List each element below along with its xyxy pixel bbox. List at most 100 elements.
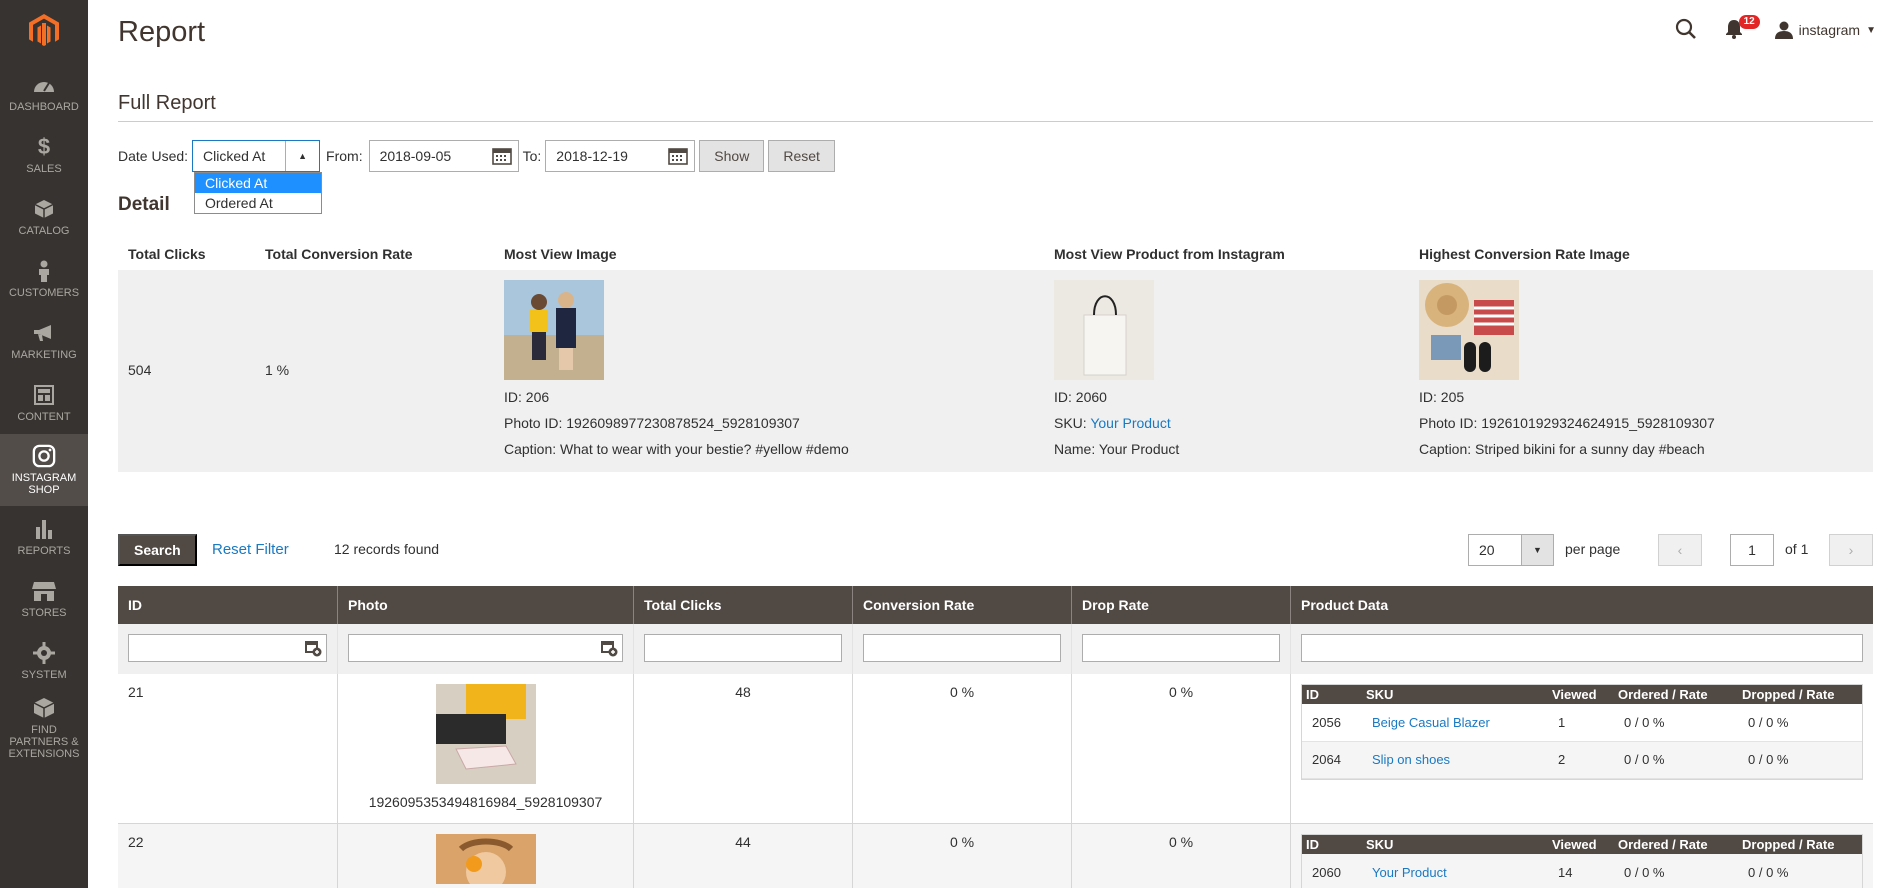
report-grid: ID Photo Total Clicks Conversion Rate Dr…	[118, 586, 1873, 888]
nav-label: REPORTS	[17, 545, 71, 557]
page-total: of 1	[1785, 541, 1809, 557]
nav-catalog[interactable]: CATALOG	[0, 186, 88, 248]
col-photo[interactable]: Photo	[338, 586, 634, 624]
grid-filters	[118, 624, 1873, 674]
table-row[interactable]: 22 44 0 % 0 % ID SKU Viewed Ordered / Ra…	[118, 824, 1873, 888]
row-clicks: 48	[634, 674, 853, 823]
col-total-clicks[interactable]: Total Clicks	[634, 586, 853, 624]
nav-label: INSTAGRAM SHOP	[11, 472, 77, 496]
magento-logo[interactable]	[0, 0, 88, 62]
calendar-icon[interactable]	[668, 147, 689, 168]
filter-photo-input[interactable]	[348, 634, 623, 662]
nav-customers[interactable]: CUSTOMERS	[0, 248, 88, 310]
nav-dashboard[interactable]: DASHBOARD	[0, 62, 88, 124]
product-sku-link[interactable]: Beige Casual Blazer	[1362, 704, 1548, 742]
nav-label: FIND PARTNERS & EXTENSIONS	[8, 724, 80, 760]
most-view-image-block: ID: 206 Photo ID: 1926098977230878524_59…	[504, 280, 849, 462]
row-conversion: 0 %	[853, 674, 1072, 823]
box-icon	[32, 696, 56, 720]
nav-stores[interactable]: STORES	[0, 568, 88, 630]
range-filter-icon	[304, 639, 322, 660]
records-count: 12 records found	[334, 541, 440, 557]
option-ordered-at[interactable]: Ordered At	[195, 193, 321, 213]
col-conversion-rate[interactable]: Conversion Rate	[853, 586, 1072, 624]
search-button[interactable]: Search	[118, 534, 197, 566]
most-view-image-thumb[interactable]	[504, 280, 604, 380]
nav-label: DASHBOARD	[9, 101, 79, 113]
user-menu[interactable]: instagram ▼	[1774, 21, 1876, 39]
col-drop-rate[interactable]: Drop Rate	[1072, 586, 1291, 624]
product-subtable: ID SKU Viewed Ordered / Rate Dropped / R…	[1301, 834, 1863, 888]
row-photo-id: 1926095353494816984_5928109307	[368, 794, 603, 810]
from-date-input[interactable]: 2018-09-05	[368, 140, 519, 172]
calendar-icon[interactable]	[491, 147, 512, 168]
most-view-image-caption: Caption: What to wear with your bestie? …	[504, 441, 849, 457]
page-input[interactable]: 1	[1730, 534, 1774, 566]
filter-cell-drop	[1072, 624, 1291, 674]
most-view-image-id: ID: 206	[504, 389, 550, 405]
table-row[interactable]: 21 1926095353494816984_5928109307 48 0 %…	[118, 674, 1873, 824]
search-icon[interactable]	[1675, 18, 1697, 43]
filter-id-input[interactable]	[128, 634, 327, 662]
product-sku-link[interactable]: Slip on shoes	[1362, 741, 1548, 779]
row-photo-thumb[interactable]	[435, 684, 536, 784]
highest-conversion-thumb[interactable]	[1419, 280, 1519, 380]
caret-down-icon: ▼	[1521, 535, 1553, 565]
nav-partners[interactable]: FIND PARTNERS & EXTENSIONS	[0, 692, 88, 764]
nav-content[interactable]: CONTENT	[0, 372, 88, 434]
product-dropped: 0 / 0 %	[1738, 854, 1862, 888]
layout-icon	[32, 383, 56, 407]
row-drop: 0 %	[1072, 824, 1291, 888]
nav-label: STORES	[21, 607, 67, 619]
nav-system[interactable]: SYSTEM	[0, 630, 88, 692]
header-most-view-product: Most View Product from Instagram	[1054, 246, 1285, 262]
from-label: From:	[326, 148, 363, 164]
grid-toolbar: Search Reset Filter 12 records found 20 …	[118, 534, 1873, 566]
show-button[interactable]: Show	[699, 140, 765, 172]
col-product-data[interactable]: Product Data	[1291, 586, 1873, 624]
cube-icon	[32, 197, 56, 221]
prev-page-button[interactable]: ‹	[1658, 534, 1702, 566]
nav-instagram-shop[interactable]: INSTAGRAM SHOP	[0, 434, 88, 506]
product-id: 2064	[1302, 741, 1362, 779]
nav-reports[interactable]: REPORTS	[0, 506, 88, 568]
dollar-icon: $	[37, 134, 51, 159]
reset-filter-link[interactable]: Reset Filter	[212, 541, 289, 558]
product-subtable: ID SKU Viewed Ordered / Rate Dropped / R…	[1301, 684, 1863, 780]
sub-col-ordered: Ordered / Rate	[1614, 835, 1738, 854]
filter-cell-clicks	[634, 624, 853, 674]
nav-label: SALES	[26, 163, 62, 175]
date-used-value: Clicked At	[203, 148, 266, 164]
most-view-product-thumb[interactable]	[1054, 280, 1154, 380]
product-viewed: 1	[1548, 704, 1614, 742]
row-id: 21	[118, 674, 338, 823]
date-used-select[interactable]: Clicked At ▲	[192, 140, 321, 172]
to-date-input[interactable]: 2018-12-19	[545, 140, 696, 172]
option-clicked-at[interactable]: Clicked At	[195, 173, 321, 193]
filter-clicks-input[interactable]	[644, 634, 842, 662]
row-photo-cell: 1926095353494816984_5928109307	[338, 674, 634, 823]
nav-marketing[interactable]: MARKETING	[0, 310, 88, 372]
product-ordered: 0 / 0 %	[1614, 704, 1738, 742]
reset-button[interactable]: Reset	[768, 140, 835, 172]
report-filter: Date Used: Clicked At ▲ From: 2018-09-05…	[118, 140, 835, 172]
notifications-bell[interactable]: 12	[1725, 15, 1760, 41]
next-page-button[interactable]: ›	[1829, 534, 1873, 566]
product-sku-link[interactable]: Your Product	[1362, 854, 1548, 888]
highest-conversion-caption: Caption: Striped bikini for a sunny day …	[1419, 441, 1705, 457]
header-conversion-rate: Total Conversion Rate	[265, 246, 413, 262]
highest-conversion-photo-id: Photo ID: 1926101929324624915_5928109307	[1419, 415, 1715, 431]
col-id[interactable]: ID	[118, 586, 338, 624]
filter-cell-id	[118, 624, 338, 674]
nav-sales[interactable]: $ SALES	[0, 124, 88, 186]
row-photo-thumb[interactable]	[435, 834, 536, 884]
filter-product-input[interactable]	[1301, 634, 1863, 662]
most-view-product-sku-link[interactable]: Your Product	[1090, 415, 1170, 431]
detail-header: Total Clicks Total Conversion Rate Most …	[118, 238, 1873, 270]
filter-drop-input[interactable]	[1082, 634, 1280, 662]
per-page-value: 20	[1479, 542, 1495, 558]
sub-col-id: ID	[1302, 835, 1362, 854]
filter-conversion-input[interactable]	[863, 634, 1061, 662]
per-page-select[interactable]: 20 ▼	[1468, 534, 1554, 566]
nav-label: CONTENT	[17, 411, 71, 423]
